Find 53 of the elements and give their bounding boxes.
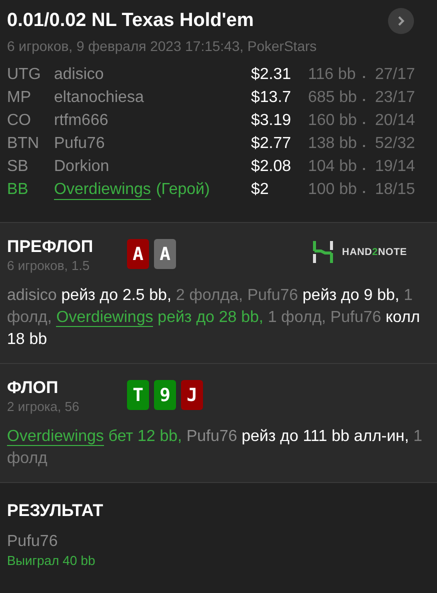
street-info: 6 игроков, 1.5 bbox=[7, 258, 91, 273]
playing-card: A bbox=[154, 239, 176, 269]
player-name: Dorkion bbox=[54, 158, 110, 176]
street-info: 2 игрока, 56 bbox=[7, 399, 80, 414]
player-name: eltanochiesa bbox=[54, 89, 144, 107]
chevron-right-icon bbox=[396, 15, 406, 27]
player-stats: 23/17 bbox=[375, 89, 416, 107]
stack-bb: 104 bb bbox=[308, 158, 358, 176]
position-label: UTG bbox=[7, 66, 42, 84]
playing-card: T bbox=[127, 380, 149, 410]
position-label: MP bbox=[7, 89, 32, 107]
street-title: ФЛОП bbox=[7, 378, 60, 398]
stack-bb: 685 bb bbox=[308, 89, 358, 107]
hero-link[interactable]: Overdiewings bbox=[7, 428, 104, 446]
position-label: BTN bbox=[7, 135, 40, 153]
player-stats: 18/15 bbox=[375, 181, 416, 199]
logo-icon bbox=[313, 241, 334, 263]
hero-link[interactable]: Overdiewings bbox=[56, 309, 154, 327]
stack-bb: 138 bb bbox=[308, 135, 358, 153]
playing-card: 9 bbox=[154, 380, 176, 410]
stack-amount: $13.7 bbox=[251, 89, 292, 107]
player-name: Pufu76 bbox=[54, 135, 105, 153]
stack-amount: $3.19 bbox=[251, 112, 292, 130]
winner-name: Pufu76 bbox=[7, 533, 59, 551]
action-text: adisico рейз до 2.5 bb, 2 фолда, Pufu76 рейз до 9 bb, 1 фолд, Overdiewings рейз до 28 bb, 1 фолд, Pufu76 колл 18 bb bbox=[7, 286, 421, 350]
position-label: CO bbox=[7, 112, 32, 130]
player-name: adisico bbox=[54, 66, 104, 84]
result-title: РЕЗУЛЬТАТ bbox=[7, 501, 104, 521]
position-label: SB bbox=[7, 158, 30, 176]
hand-title: 0.01/0.02 NL Texas Hold'em bbox=[7, 10, 254, 32]
stack-bb: 160 bb bbox=[308, 112, 358, 130]
stack-amount: $2.31 bbox=[251, 66, 292, 84]
player-stats: 20/14 bbox=[375, 112, 416, 130]
stack-bb: 100 bb bbox=[308, 181, 358, 199]
stack-amount: $2.77 bbox=[251, 135, 292, 153]
playing-card: A bbox=[127, 239, 149, 269]
hero-link[interactable]: Overdiewings bbox=[54, 181, 151, 200]
player-stats: 19/14 bbox=[375, 158, 416, 176]
action-text: Overdiewings бет 12 bb, Pufu76 рейз до 111 bb алл-ин, 1 фолд bbox=[7, 427, 424, 469]
player-stats: 27/17 bbox=[375, 66, 416, 84]
logo-text: HAND2NOTE bbox=[342, 246, 407, 258]
player-name: rtfm666 bbox=[54, 112, 108, 130]
position-label: BB bbox=[7, 181, 30, 199]
hand-subtitle: 6 игроков, 9 февраля 2023 17:15:43, PokerStars bbox=[7, 38, 318, 54]
playing-card: J bbox=[181, 380, 203, 410]
player-stats: 52/32 bbox=[375, 135, 416, 153]
stack-amount: $2.08 bbox=[251, 158, 292, 176]
street-title: ПРЕФЛОП bbox=[7, 237, 94, 257]
next-button[interactable] bbox=[388, 8, 414, 34]
result-outcome: Выиграл 40 bb bbox=[7, 553, 96, 568]
hero-label: (Герой) bbox=[156, 181, 210, 200]
stack-amount: $2 bbox=[251, 181, 270, 199]
stack-bb: 116 bb bbox=[308, 66, 357, 84]
